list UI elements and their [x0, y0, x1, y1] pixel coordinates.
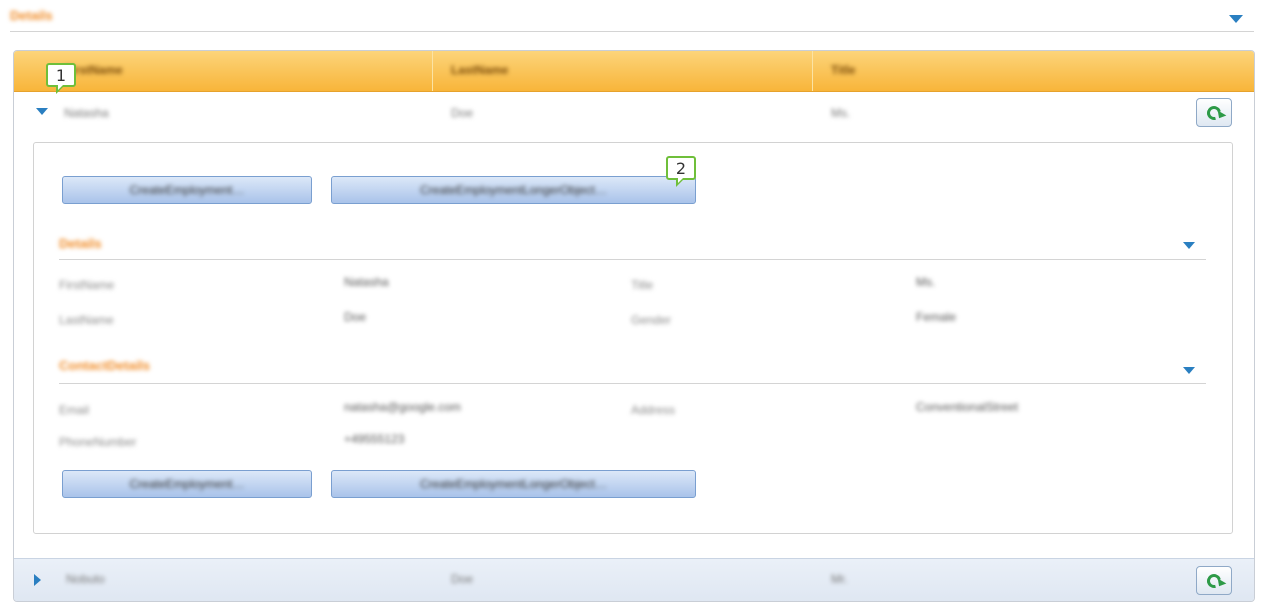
row-2-lastname: Doe [451, 572, 474, 586]
row-1-firstname: Natasha [64, 106, 109, 120]
contact-section-title: ContactDetails [59, 358, 151, 373]
field-value: ConventionalStreet [916, 400, 1019, 414]
table-row[interactable]: Nobuto Doe Mr. [14, 558, 1254, 601]
field-label: FirstName [59, 278, 115, 292]
row-expand-icon[interactable] [34, 574, 41, 586]
refresh-icon [1204, 102, 1224, 123]
row-collapse-icon[interactable] [36, 108, 48, 115]
row-2-firstname: Nobuto [66, 572, 105, 586]
grid-header: FirstName LastName Title [14, 51, 1254, 92]
field-label: Address [631, 403, 676, 417]
callout-1: 1 [46, 63, 76, 94]
column-separator [812, 51, 813, 91]
field-label: PhoneNumber [59, 435, 137, 449]
refresh-icon [1204, 570, 1224, 591]
top-section-divider [10, 31, 1254, 32]
row-detail-panel: CreateEmployment… CreateEmploymentLonger… [33, 142, 1233, 534]
create-employment-button[interactable]: CreateEmployment… [62, 470, 312, 498]
field-value: Doe [344, 310, 367, 324]
field-label: Gender [631, 313, 672, 327]
details-section-title: Details [59, 236, 102, 251]
column-separator [432, 51, 433, 91]
details-section-toggle-icon[interactable] [1183, 242, 1195, 249]
column-header-lastname[interactable]: LastName [451, 63, 508, 77]
row-2-refresh-button[interactable] [1196, 566, 1232, 595]
field-label: Email [59, 403, 90, 417]
field-value: Natasha [344, 275, 389, 289]
create-employment-longer-button[interactable]: CreateEmploymentLongerObject… [331, 470, 696, 498]
field-value: natasha@google.com [344, 400, 461, 414]
contact-section-toggle-icon[interactable] [1183, 367, 1195, 374]
field-label: Title [631, 278, 654, 292]
contact-section-divider [59, 383, 1206, 384]
field-value: Ms. [916, 275, 936, 289]
create-employment-longer-button[interactable]: CreateEmploymentLongerObject… [331, 176, 696, 204]
callout-2: 2 [666, 156, 696, 187]
row-1-title: Ms. [831, 106, 851, 120]
create-employment-button[interactable]: CreateEmployment… [62, 176, 312, 204]
field-label: LastName [59, 313, 114, 327]
top-section-toggle-icon[interactable] [1229, 15, 1243, 23]
row-2-title: Mr. [831, 572, 848, 586]
details-section-divider [59, 259, 1206, 260]
field-value: +49555123 [344, 432, 405, 446]
field-value: Female [916, 310, 957, 324]
column-header-title[interactable]: Title [831, 63, 855, 77]
row-1-lastname: Doe [451, 106, 474, 120]
top-section-title: Details [10, 8, 53, 23]
row-1-refresh-button[interactable] [1196, 98, 1232, 127]
